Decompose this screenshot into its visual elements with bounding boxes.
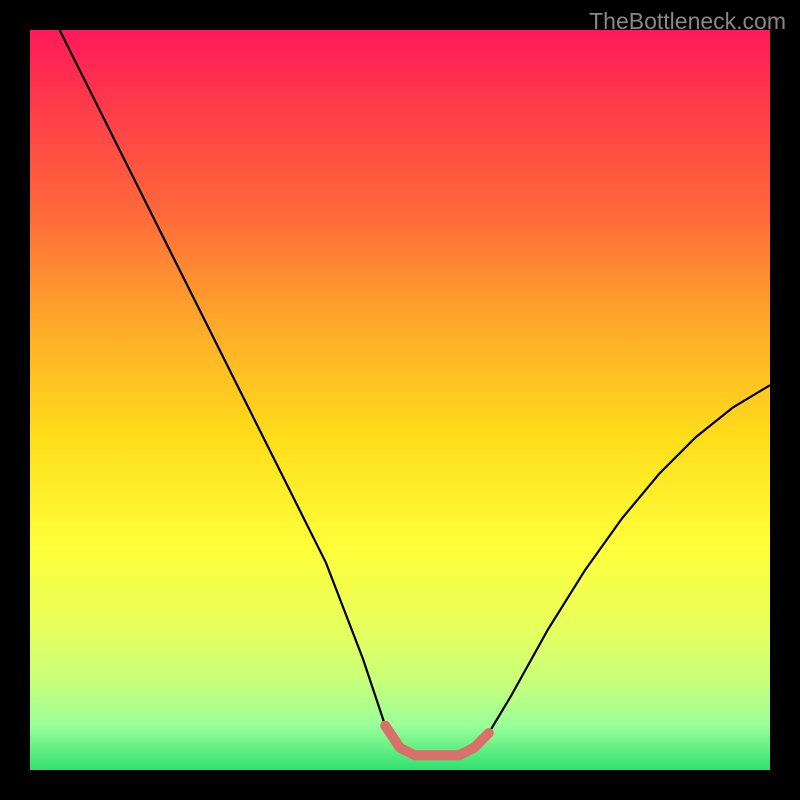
chart-svg <box>30 30 770 770</box>
trough-highlight <box>385 726 489 756</box>
chart-plot-area <box>30 30 770 770</box>
bottleneck-curve <box>60 30 770 755</box>
watermark: TheBottleneck.com <box>589 8 786 35</box>
